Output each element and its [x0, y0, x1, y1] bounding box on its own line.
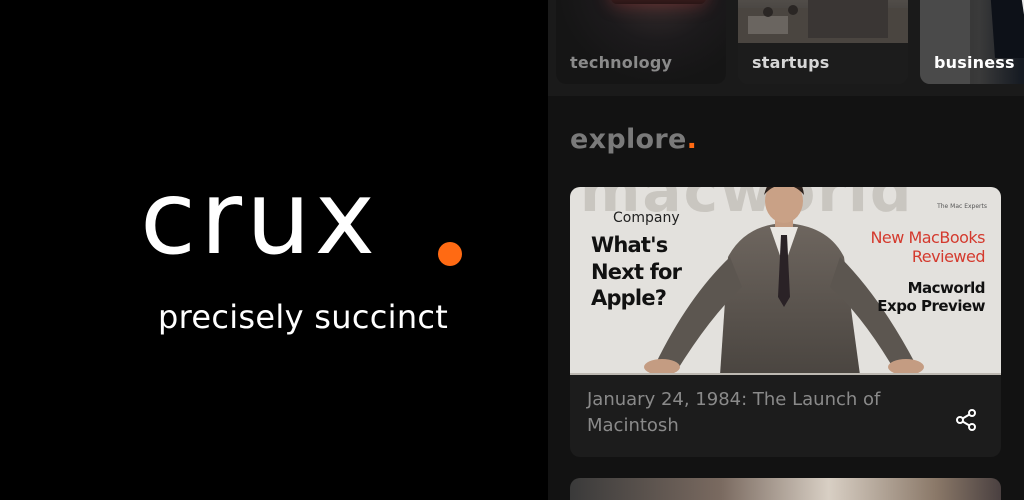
story-card[interactable]: macworld The Mac Experts Company What's … — [570, 187, 1001, 457]
category-tile-technology[interactable]: technology — [556, 0, 726, 84]
logo-dot — [438, 242, 462, 266]
next-story-card[interactable] — [570, 478, 1001, 500]
explore-heading: explore. — [570, 124, 697, 155]
category-tile-startups[interactable]: startups — [738, 0, 908, 84]
category-strip: technology startups business — [548, 0, 1024, 96]
brand-panel: crux precisely succinct — [0, 0, 548, 500]
app-logo-wordmark: crux — [140, 159, 380, 278]
explore-heading-text: explore — [570, 124, 687, 155]
cover-kicker: Company — [613, 210, 680, 226]
category-label: startups — [752, 53, 830, 72]
explore-heading-dot: . — [686, 124, 698, 155]
story-cover-image: macworld The Mac Experts Company What's … — [570, 187, 1001, 375]
share-icon — [956, 409, 976, 431]
cover-headline: What's Next for Apple? — [591, 233, 682, 311]
category-label: business — [934, 53, 1015, 72]
feed-panel: technology startups business explore. ma… — [548, 0, 1024, 500]
cover-tagline: The Mac Experts — [937, 203, 987, 210]
category-tile-business[interactable]: business — [920, 0, 1024, 84]
story-title[interactable]: January 24, 1984: The Launch of Macintos… — [587, 387, 907, 439]
share-button[interactable] — [951, 405, 981, 435]
app-tagline: precisely succinct — [158, 298, 449, 336]
cover-red-headline: New MacBooks Reviewed — [870, 228, 985, 267]
cover-expo-headline: Macworld Expo Preview — [877, 279, 985, 315]
category-label: technology — [570, 53, 673, 72]
